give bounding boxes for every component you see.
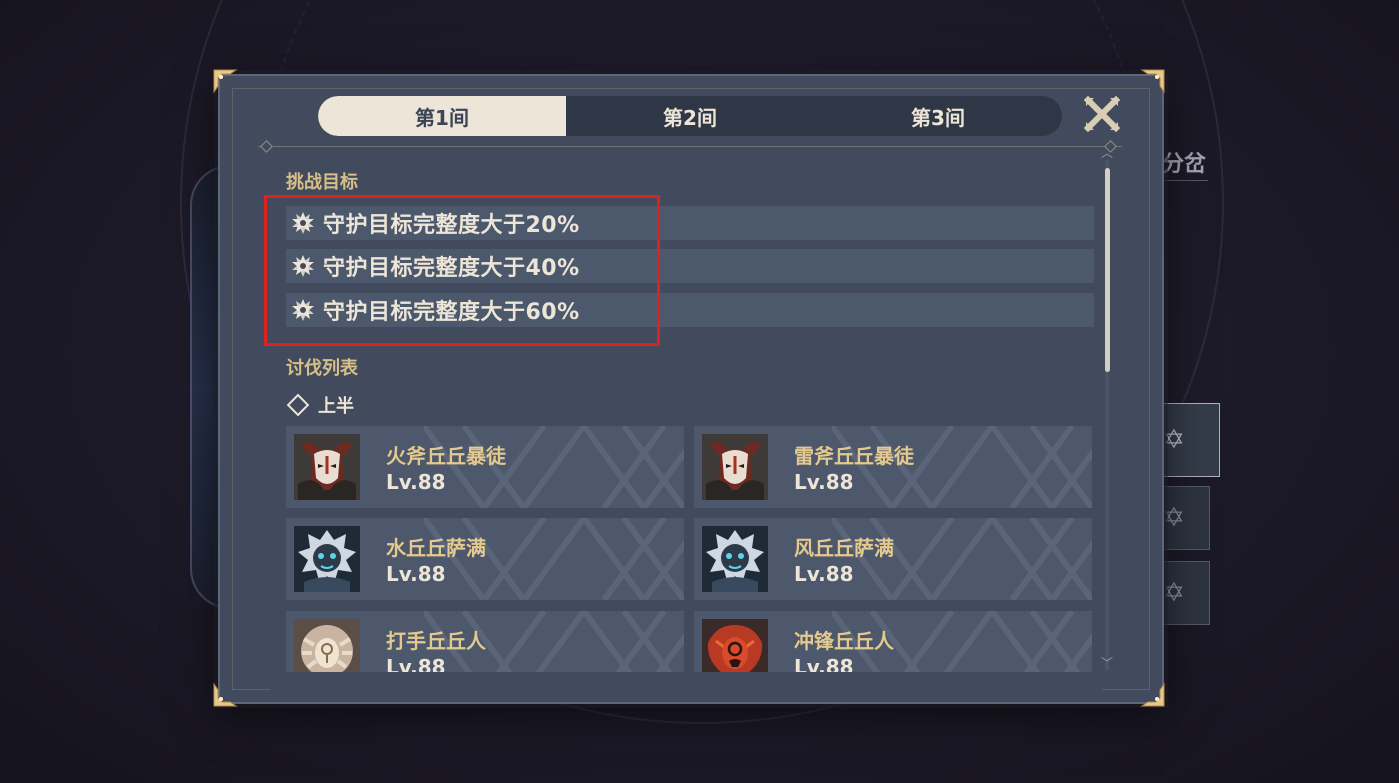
header-divider: [258, 146, 1122, 147]
enemy-card[interactable]: 风丘丘萨满 Lv.88: [694, 518, 1092, 600]
enemy-list-title: 讨伐列表: [286, 358, 358, 379]
corner-ornament-icon: [1140, 69, 1165, 94]
first-half-label: 上半: [286, 392, 354, 418]
mitachurl-mask-icon: [702, 434, 768, 500]
star-emblem-icon: [289, 209, 317, 237]
enemy-card[interactable]: 雷斧丘丘暴徒 Lv.88: [694, 426, 1092, 508]
corner-ornament-icon: [1140, 682, 1165, 707]
mitachurl-mask-icon: [294, 434, 360, 500]
tab-chamber-2[interactable]: 第2间: [566, 96, 814, 136]
enemy-card[interactable]: 火斧丘丘暴徒 Lv.88: [286, 426, 684, 508]
goal-row: 守护目标完整度大于60%: [286, 293, 1094, 327]
background-divider: [1160, 180, 1208, 181]
enemy-name: 火斧丘丘暴徒: [386, 444, 506, 468]
scroll-up-icon[interactable]: ︿: [1101, 144, 1113, 161]
background-star-slot: ✡: [1160, 486, 1210, 550]
scroll-down-icon[interactable]: ﹀: [1101, 654, 1113, 671]
corner-ornament-icon: [213, 682, 238, 707]
star-emblem-icon: [289, 252, 317, 280]
background-branch-label: 分岔: [1162, 152, 1207, 177]
enemy-name: 水丘丘萨满: [386, 536, 486, 560]
enemy-name: 风丘丘萨满: [794, 536, 894, 560]
tab-chamber-1[interactable]: 第1间: [318, 96, 566, 136]
goal-text: 守护目标完整度大于60%: [323, 300, 580, 325]
goal-text: 守护目标完整度大于20%: [323, 213, 580, 238]
enemy-level: Lv.88: [794, 470, 854, 494]
chamber-tabs: 第1间 第2间 第3间: [318, 96, 1062, 136]
samachurl-mask-icon: [294, 526, 360, 592]
star-emblem-icon: [289, 296, 317, 324]
first-half-text: 上半: [318, 396, 354, 417]
enemy-level: Lv.88: [386, 470, 446, 494]
challenge-goals-title: 挑战目标: [286, 172, 358, 193]
scrollbar-thumb[interactable]: [1105, 168, 1110, 372]
enemy-name: 打手丘丘人: [386, 629, 486, 653]
goal-row: 守护目标完整度大于40%: [286, 249, 1094, 283]
enemy-level: Lv.88: [386, 562, 446, 586]
diamond-icon: [286, 393, 310, 417]
background-star-slot: ✡: [1160, 561, 1210, 625]
background-star-slot: ✡: [1160, 403, 1220, 477]
corner-ornament-icon: [213, 69, 238, 94]
close-icon[interactable]: [1084, 96, 1120, 132]
chamber-info-dialog: [218, 74, 1164, 704]
enemy-card[interactable]: 水丘丘萨满 Lv.88: [286, 518, 684, 600]
goal-row: 守护目标完整度大于20%: [286, 206, 1094, 240]
tab-chamber-3[interactable]: 第3间: [814, 96, 1062, 136]
goal-text: 守护目标完整度大于40%: [323, 256, 580, 281]
enemy-name: 雷斧丘丘暴徒: [794, 444, 914, 468]
samachurl-mask-icon: [702, 526, 768, 592]
list-bottom-mask: [270, 672, 1102, 696]
enemy-level: Lv.88: [794, 562, 854, 586]
enemy-name: 冲锋丘丘人: [794, 629, 894, 653]
